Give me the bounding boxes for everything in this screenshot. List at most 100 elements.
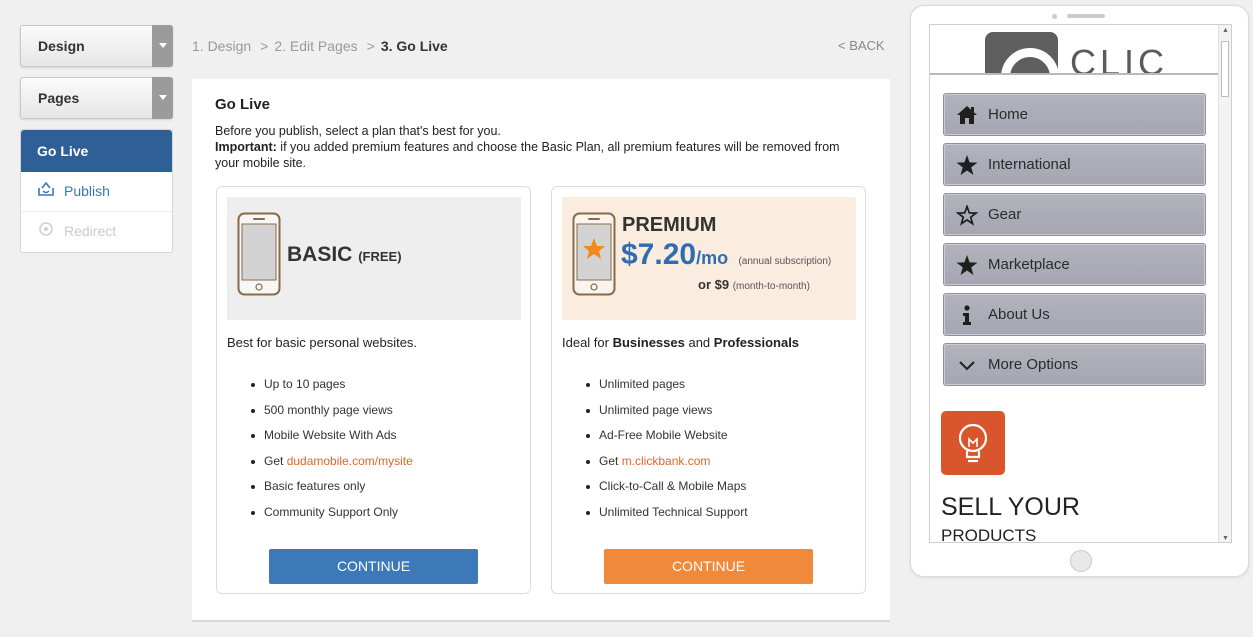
promo-tile	[941, 411, 1005, 475]
basic-site-link[interactable]: dudamobile.com/mysite	[287, 454, 413, 468]
site-logo-text: CLIC	[1070, 42, 1169, 75]
site-header: CLIC	[930, 25, 1220, 75]
go-live-card: Go Live Before you publish, select a pla…	[192, 79, 890, 622]
site-nav-home[interactable]: Home	[943, 93, 1206, 136]
breadcrumb-step-edit-pages[interactable]: 2. Edit Pages	[274, 38, 357, 54]
desc-prefix: Ideal for	[562, 335, 613, 350]
list-item: Get dudamobile.com/mysite	[251, 453, 413, 480]
info-icon	[963, 305, 971, 325]
important-label: Important:	[215, 140, 277, 154]
list-item: Up to 10 pages	[251, 377, 413, 403]
pages-dropdown[interactable]: Pages	[20, 77, 173, 119]
premium-site-link[interactable]: m.clickbank.com	[622, 454, 711, 468]
home-icon	[957, 106, 977, 124]
basic-plan-card: BASIC (FREE) Best for basic personal web…	[216, 186, 531, 594]
mobile-preview-device: CLIC Home International Gear Marketplace…	[910, 5, 1249, 577]
breadcrumb-step-go-live: 3. Go Live	[380, 38, 448, 54]
basic-plan-header: BASIC (FREE)	[227, 197, 521, 320]
site-nav-label: About Us	[988, 306, 1050, 323]
premium-price-amount: $7.20	[621, 238, 697, 271]
phone-star-icon	[572, 212, 616, 296]
breadcrumb: 1. Design >2. Edit Pages >3. Go Live	[192, 38, 448, 54]
desc-mid: and	[684, 335, 714, 350]
premium-price-note: (annual subscription)	[738, 256, 832, 267]
premium-price: $7.20/mo (annual subscription)	[621, 238, 831, 272]
important-text: if you added premium features and choose…	[215, 140, 840, 170]
list-item: Unlimited Technical Support	[586, 505, 748, 531]
site-nav-about-us[interactable]: About Us	[943, 293, 1206, 336]
list-item: Mobile Website With Ads	[251, 428, 413, 454]
intro-text: Before you publish, select a plan that's…	[215, 123, 867, 171]
device-home-button	[1070, 550, 1092, 572]
redirect-icon	[39, 222, 53, 236]
premium-price-unit: /mo	[696, 248, 729, 268]
site-nav-more-options[interactable]: More Options	[943, 343, 1206, 386]
lightbulb-icon	[958, 423, 988, 463]
sidebar-item-label: Publish	[64, 183, 110, 199]
important-note: Important: if you added premium features…	[215, 139, 867, 171]
get-prefix: Get	[599, 453, 622, 468]
camera-dot	[1052, 14, 1057, 19]
premium-plan-name: PREMIUM	[622, 214, 717, 236]
basic-feature-list: Up to 10 pages 500 monthly page views Mo…	[251, 377, 413, 531]
sidebar-item-redirect: Redirect	[21, 212, 172, 252]
sidebar-item-publish[interactable]: Publish	[21, 172, 172, 212]
basic-plan-suffix: (FREE)	[358, 249, 402, 264]
site-nav-label: Marketplace	[988, 256, 1070, 273]
breadcrumb-separator: >	[366, 38, 375, 54]
list-item: 500 monthly page views	[251, 403, 413, 429]
scroll-down-icon[interactable]: ▼	[1222, 535, 1229, 542]
promo-title: SELL YOUR	[941, 493, 1080, 521]
site-nav-label: Home	[988, 106, 1029, 123]
basic-plan-name: BASIC	[287, 243, 353, 266]
site-nav-gear[interactable]: Gear	[943, 193, 1206, 236]
design-dropdown-label: Design	[38, 38, 85, 54]
premium-continue-button[interactable]: CONTINUE	[604, 549, 813, 584]
premium-alt-amount: or $9	[698, 277, 730, 292]
scroll-up-icon[interactable]: ▲	[1222, 27, 1229, 34]
sidebar-item-label: Redirect	[64, 223, 117, 239]
site-nav-label: International	[988, 156, 1071, 173]
breadcrumb-separator: >	[260, 38, 269, 54]
desc-bold-1: Businesses	[612, 335, 685, 350]
scroll-thumb[interactable]	[1221, 41, 1229, 97]
page-title: Go Live	[215, 96, 271, 113]
site-nav-international[interactable]: International	[943, 143, 1206, 186]
chevron-down-icon	[152, 77, 173, 119]
pages-dropdown-label: Pages	[38, 90, 80, 106]
list-item: Community Support Only	[251, 505, 413, 531]
site-nav-marketplace[interactable]: Marketplace	[943, 243, 1206, 286]
desc-bold-2: Professionals	[713, 335, 800, 350]
speaker-slot	[1067, 14, 1105, 18]
site-logo	[985, 32, 1059, 73]
promo-subtitle: PRODUCTS	[941, 526, 1037, 543]
star-filled-icon	[956, 155, 978, 175]
chevron-down-icon	[152, 25, 173, 67]
premium-plan-description: Ideal for Businesses and Professionals	[562, 335, 799, 350]
list-item: Unlimited page views	[586, 403, 748, 429]
preview-scrollbar[interactable]: ▲ ▼	[1218, 25, 1231, 542]
intro-line: Before you publish, select a plan that's…	[215, 124, 501, 138]
design-dropdown[interactable]: Design	[20, 25, 173, 67]
list-item: Get m.clickbank.com	[586, 453, 748, 480]
star-outline-icon	[956, 205, 978, 226]
get-prefix: Get	[264, 453, 287, 468]
premium-feature-list: Unlimited pages Unlimited page views Ad-…	[586, 377, 748, 531]
breadcrumb-step-design[interactable]: 1. Design	[192, 38, 251, 54]
premium-alt-note: (month-to-month)	[732, 281, 810, 292]
site-nav-label: Gear	[988, 206, 1022, 223]
premium-plan-card: PREMIUM $7.20/mo (annual subscription) o…	[551, 186, 866, 594]
list-item: Ad-Free Mobile Website	[586, 428, 748, 454]
premium-alt-price: or $9 (month-to-month)	[698, 277, 810, 292]
go-live-panel: Go Live Publish Redirect	[20, 129, 173, 253]
basic-plan-title: BASIC (FREE)	[287, 243, 402, 267]
mobile-preview-screen[interactable]: CLIC Home International Gear Marketplace…	[929, 24, 1232, 543]
back-link[interactable]: < BACK	[838, 38, 885, 53]
list-item: Click-to-Call & Mobile Maps	[586, 479, 748, 505]
phone-icon	[237, 212, 281, 296]
basic-plan-description: Best for basic personal websites.	[227, 335, 418, 350]
basic-continue-button[interactable]: CONTINUE	[269, 549, 478, 584]
premium-plan-header: PREMIUM $7.20/mo (annual subscription) o…	[562, 197, 856, 320]
publish-icon	[38, 181, 54, 196]
sidebar-item-go-live[interactable]: Go Live	[21, 130, 172, 172]
